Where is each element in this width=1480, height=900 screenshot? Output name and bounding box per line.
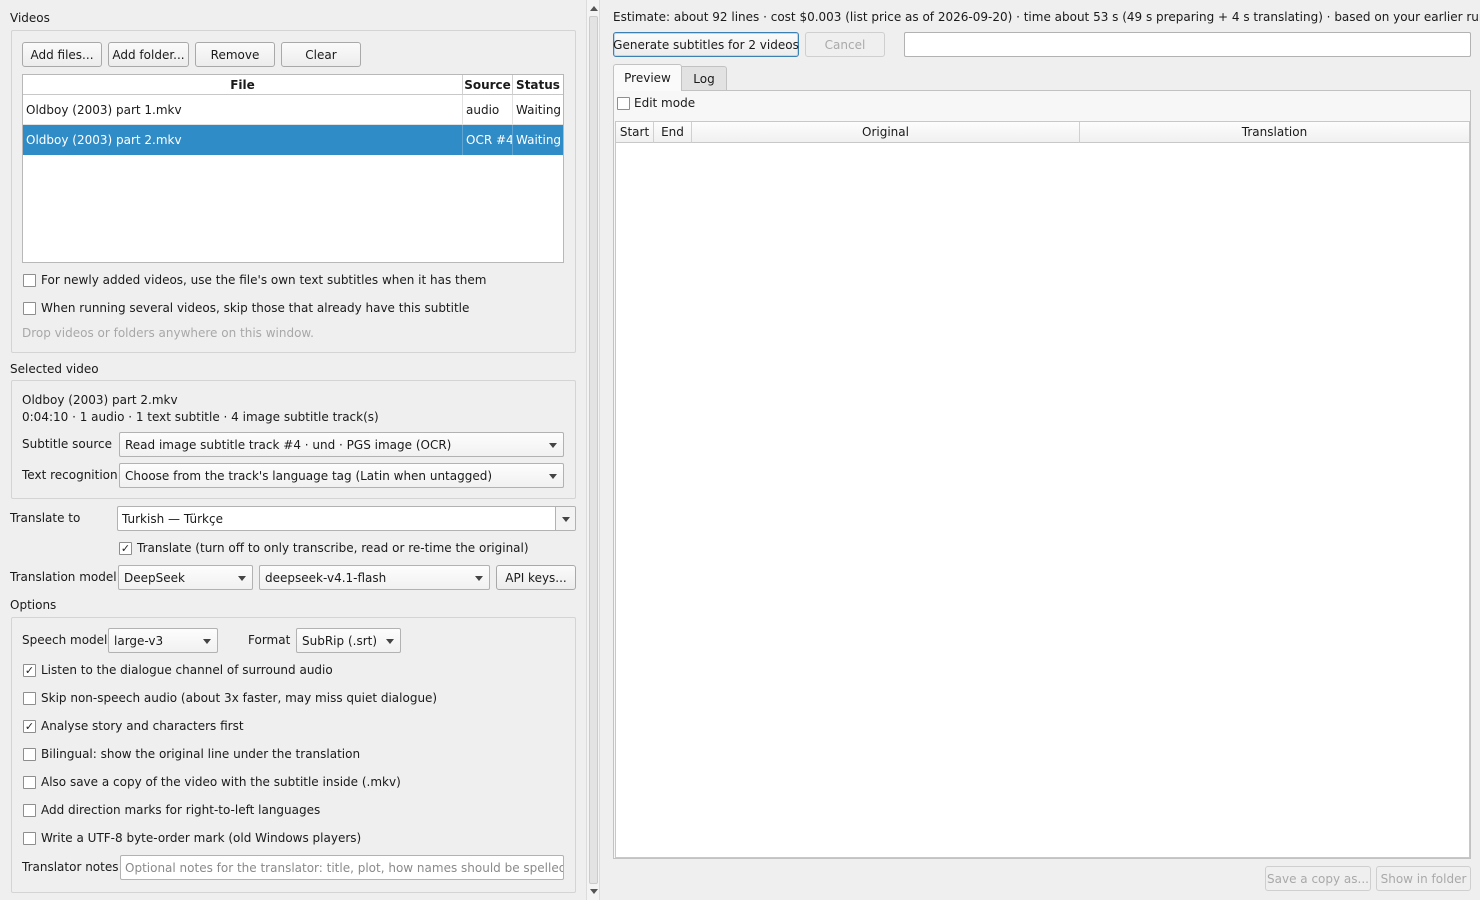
translate-to-combo[interactable]: Turkish — Türkçe [117, 506, 576, 531]
scroll-down-icon[interactable] [590, 889, 598, 894]
option-label[interactable]: Analyse story and characters first [41, 719, 244, 733]
model-select[interactable]: deepseek-v4.1-flash [259, 565, 490, 590]
format-value: SubRip (.srt) [302, 633, 378, 648]
tab-pane: Edit mode Start End Original Translation [613, 90, 1471, 859]
option-checkbox[interactable] [23, 804, 36, 817]
col-file[interactable]: File [23, 75, 463, 95]
col-end[interactable]: End [654, 122, 692, 143]
skip-existing-checkbox[interactable] [23, 302, 36, 315]
format-label: Format [248, 633, 291, 647]
option-label[interactable]: Add direction marks for right-to-left la… [41, 803, 320, 817]
scroll-up-icon[interactable] [590, 6, 598, 11]
text-recognition-value: Choose from the track's language tag (La… [125, 468, 493, 483]
option-checkbox[interactable] [23, 776, 36, 789]
translate-to-label: Translate to [10, 511, 81, 525]
option-label[interactable]: Write a UTF-8 byte-order mark (old Windo… [41, 831, 361, 845]
save-copy-button[interactable]: Save a copy as... [1265, 866, 1371, 891]
remove-button[interactable]: Remove [195, 42, 275, 67]
speech-model-value: large-v3 [114, 633, 164, 648]
tab-preview[interactable]: Preview [613, 64, 682, 91]
api-keys-button[interactable]: API keys... [496, 565, 576, 590]
chevron-down-icon [549, 473, 557, 479]
translator-notes-input[interactable]: Optional notes for the translator: title… [120, 855, 564, 880]
file-source: audio [463, 95, 513, 124]
format-select[interactable]: SubRip (.srt) [296, 628, 401, 653]
provider-select[interactable]: DeepSeek [118, 565, 253, 590]
col-translation[interactable]: Translation [1080, 122, 1469, 143]
option-checkbox[interactable] [23, 692, 36, 705]
col-source[interactable]: Source [463, 75, 513, 95]
videos-title: Videos [10, 11, 50, 25]
text-recognition-label: Text recognition [22, 468, 118, 482]
col-start[interactable]: Start [616, 122, 654, 143]
subtitle-source-select[interactable]: Read image subtitle track #4 · und · PGS… [119, 432, 564, 457]
file-status: Waiting [516, 102, 562, 117]
table-row[interactable]: Oldboy (2003) part 2.mkv OCR #4 Waiting [23, 125, 563, 155]
selected-video-info: 0:04:10 · 1 audio · 1 text subtitle · 4 … [22, 410, 379, 424]
col-status[interactable]: Status [513, 75, 563, 95]
right-panel: Estimate: about 92 lines · cost $0.003 (… [600, 0, 1480, 900]
chevron-down-icon [203, 638, 211, 644]
option-label[interactable]: Listen to the dialogue channel of surrou… [41, 663, 333, 677]
clear-button[interactable]: Clear [281, 42, 361, 67]
chevron-down-icon [549, 442, 557, 448]
option-label[interactable]: Skip non-speech audio (about 3x faster, … [41, 691, 437, 705]
left-scrollbar[interactable] [586, 0, 600, 900]
translate-toggle-label[interactable]: Translate (turn off to only transcribe, … [137, 541, 529, 555]
generate-button[interactable]: Generate subtitles for 2 videos [613, 32, 799, 57]
chevron-down-icon [238, 575, 246, 581]
file-table[interactable]: File Source Status Oldboy (2003) part 1.… [22, 74, 564, 263]
selected-video-name: Oldboy (2003) part 2.mkv [22, 393, 178, 407]
scroll-thumb[interactable] [589, 16, 598, 884]
preview-table[interactable]: Start End Original Translation [615, 121, 1470, 858]
drop-hint: Drop videos or folders anywhere on this … [22, 326, 314, 340]
provider-value: DeepSeek [124, 570, 185, 585]
edit-mode-label[interactable]: Edit mode [634, 96, 695, 110]
selected-video-title: Selected video [10, 362, 99, 376]
subtitle-source-value: Read image subtitle track #4 · und · PGS… [125, 437, 452, 452]
combo-button[interactable] [555, 507, 575, 530]
progress-bar [904, 32, 1471, 57]
translator-notes-label: Translator notes [22, 860, 119, 874]
option-checkbox[interactable]: ✓ [23, 664, 36, 677]
translation-model-label: Translation model [10, 570, 117, 584]
estimate-text: Estimate: about 92 lines · cost $0.003 (… [613, 10, 1480, 24]
translate-toggle-checkbox[interactable]: ✓ [119, 542, 132, 555]
left-panel: Videos Add files... Add folder... Remove… [0, 0, 586, 900]
options-title: Options [10, 598, 57, 612]
chevron-down-icon [562, 517, 570, 522]
col-original[interactable]: Original [692, 122, 1080, 143]
file-name: Oldboy (2003) part 1.mkv [23, 95, 463, 124]
add-folder-button[interactable]: Add folder... [108, 42, 189, 67]
option-label[interactable]: Also save a copy of the video with the s… [41, 775, 401, 789]
table-row[interactable]: Oldboy (2003) part 1.mkv audio Waiting [23, 95, 563, 125]
skip-existing-label[interactable]: When running several videos, skip those … [41, 301, 469, 315]
add-files-button[interactable]: Add files... [22, 42, 102, 67]
option-checkbox[interactable] [23, 748, 36, 761]
speech-model-label: Speech model [22, 633, 108, 647]
chevron-down-icon [475, 575, 483, 581]
tab-log[interactable]: Log [682, 66, 727, 90]
use-own-subs-checkbox[interactable] [23, 274, 36, 287]
edit-mode-checkbox[interactable] [617, 97, 630, 110]
show-in-folder-button[interactable]: Show in folder [1376, 866, 1471, 891]
option-checkbox[interactable] [23, 832, 36, 845]
text-recognition-select[interactable]: Choose from the track's language tag (La… [119, 463, 564, 488]
option-label[interactable]: Bilingual: show the original line under … [41, 747, 360, 761]
file-status: Waiting [516, 133, 562, 147]
file-source: OCR #4 [463, 125, 513, 155]
translator-notes-placeholder: Optional notes for the translator: title… [125, 860, 564, 875]
cancel-button[interactable]: Cancel [805, 32, 885, 57]
chevron-down-icon [386, 638, 394, 644]
option-checkbox[interactable]: ✓ [23, 720, 36, 733]
translate-to-value: Turkish — Türkçe [122, 511, 223, 526]
speech-model-select[interactable]: large-v3 [108, 628, 218, 653]
model-value: deepseek-v4.1-flash [265, 570, 387, 585]
file-name: Oldboy (2003) part 2.mkv [23, 125, 463, 155]
subtitle-source-label: Subtitle source [22, 437, 112, 451]
use-own-subs-label[interactable]: For newly added videos, use the file's o… [41, 273, 486, 287]
